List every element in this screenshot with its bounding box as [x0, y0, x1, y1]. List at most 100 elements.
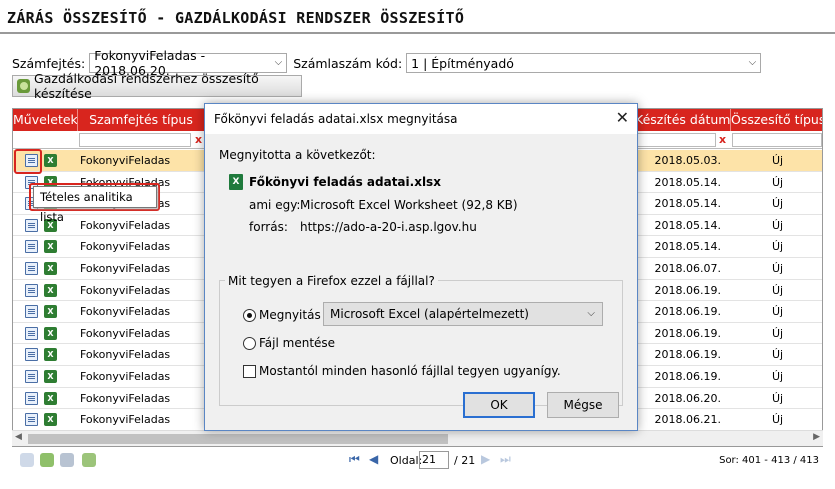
excel-export-icon[interactable]: X	[44, 240, 57, 254]
title-bar: ZÁRÁS ÖSSZESÍTŐ - GAZDÁLKODÁSI RENDSZER …	[0, 0, 835, 34]
tipus-cell: FokonyviFeladas	[80, 413, 171, 427]
dialog-title: Főkönyvi feladás adatai.xlsx megnyitása	[214, 112, 458, 126]
scroll-left-icon[interactable]: ◀	[15, 432, 22, 442]
analytics-list-icon[interactable]	[25, 262, 38, 275]
analytics-list-icon[interactable]	[25, 348, 38, 362]
clear-filter-icon[interactable]: x	[719, 133, 726, 146]
excel-export-icon[interactable]: X	[44, 283, 57, 297]
save-file-label[interactable]: Fájl mentése	[259, 336, 335, 350]
osszesito-cell: Új	[771, 391, 784, 405]
osszesito-cell: Új	[771, 348, 784, 362]
analytics-list-icon[interactable]	[25, 413, 38, 427]
szamfejtes-select[interactable]: FokonyviFeladas - 2018.06.20. ⌵	[89, 48, 288, 78]
opened-label: Megnyitotta a következőt:	[219, 148, 376, 162]
datum-cell: 2018.05.14.	[654, 240, 721, 254]
tipus-cell: FokonyviFeladas	[80, 283, 171, 297]
type-value: Microsoft Excel Worksheet (92,8 KB)	[300, 198, 518, 212]
search-icon[interactable]	[20, 453, 34, 467]
generate-summary-button[interactable]: Gazdálkodási rendszerhez összesítő készí…	[12, 71, 302, 101]
column-header-osszesito[interactable]: Összesítő típus	[731, 109, 822, 131]
page-title: ZÁRÁS ÖSSZESÍTŐ - GAZDÁLKODÁSI RENDSZER …	[7, 9, 465, 27]
osszesito-cell: Új	[771, 218, 784, 232]
excel-export-icon[interactable]: X	[44, 305, 57, 319]
osszesito-cell: Új	[771, 154, 784, 167]
excel-export-icon[interactable]: X	[44, 370, 57, 383]
tipus-filter-input[interactable]	[79, 133, 191, 147]
page-label: Oldal:	[390, 454, 423, 467]
clear-filter-icon[interactable]: x	[195, 133, 202, 146]
excel-export-icon[interactable]: X	[44, 391, 57, 405]
datum-cell: 2018.05.03.	[654, 154, 721, 167]
excel-export-icon[interactable]: X	[44, 154, 57, 167]
open-with-label[interactable]: Megnyitás	[259, 308, 321, 322]
column-header-datum[interactable]: Készítés dátum	[635, 109, 731, 131]
analytics-list-icon[interactable]	[25, 218, 38, 232]
open-file-dialog: Főkönyvi feladás adatai.xlsx megnyitása …	[204, 103, 638, 431]
datum-cell: 2018.06.19.	[654, 348, 721, 362]
datum-cell: 2018.06.19.	[654, 326, 721, 340]
analytics-list-icon[interactable]	[25, 283, 38, 297]
remember-checkbox[interactable]	[243, 365, 256, 378]
tipus-cell: FokonyviFeladas	[80, 218, 171, 232]
prev-page-icon[interactable]: ◀	[369, 452, 378, 466]
excel-export-icon[interactable]: X	[44, 262, 57, 275]
chevron-down-icon: ⌵	[748, 57, 757, 68]
action-question: Mit tegyen a Firefox ezzel a fájllal?	[225, 274, 438, 288]
scrollbar-thumb[interactable]	[28, 434, 448, 444]
datum-cell: 2018.06.19.	[654, 283, 721, 297]
szamfejtes-label: Számfejtés:	[12, 55, 86, 71]
szamlaszam-value: 1 | Építményadó	[411, 55, 514, 71]
osszesito-cell: Új	[771, 283, 784, 297]
application-select[interactable]: Microsoft Excel (alapértelmezett) ⌵	[323, 302, 603, 326]
first-page-icon[interactable]: ⏮	[349, 452, 360, 467]
tipus-cell: FokonyviFeladas	[80, 348, 171, 362]
szamlaszam-select[interactable]: 1 | Építményadó ⌵	[406, 53, 762, 73]
column-header-tipus[interactable]: Szamfejtés típus	[78, 109, 205, 131]
horizontal-scrollbar[interactable]: ◀ ▶	[12, 430, 823, 446]
excel-export-icon[interactable]: X	[44, 326, 57, 340]
open-with-radio[interactable]	[243, 309, 256, 322]
ok-button[interactable]: OK	[463, 392, 535, 418]
excel-export-icon[interactable]: X	[44, 413, 57, 427]
columns-icon[interactable]	[60, 453, 74, 467]
next-page-icon[interactable]: ▶	[481, 452, 490, 466]
export-icon[interactable]	[82, 453, 96, 467]
refresh-icon[interactable]	[40, 453, 54, 467]
osszesito-cell: Új	[771, 240, 784, 254]
highlight-box	[14, 149, 42, 174]
analytics-list-icon[interactable]	[25, 370, 38, 383]
application-value: Microsoft Excel (alapértelmezett)	[330, 307, 529, 321]
source-label: forrás:	[249, 220, 288, 234]
analytics-list-icon[interactable]	[25, 391, 38, 405]
page-input[interactable]: 21	[419, 451, 449, 469]
datum-cell: 2018.06.19.	[654, 370, 721, 383]
save-file-radio[interactable]	[243, 337, 256, 350]
osszesito-cell: Új	[771, 197, 784, 211]
analytics-list-icon[interactable]	[25, 240, 38, 254]
cancel-button[interactable]: Mégse	[547, 392, 619, 418]
last-page-icon[interactable]: ⏭	[500, 452, 511, 467]
page: ZÁRÁS ÖSSZESÍTŐ - GAZDÁLKODÁSI RENDSZER …	[0, 0, 835, 489]
osszesito-filter-input[interactable]	[732, 133, 822, 147]
datum-cell: 2018.06.07.	[654, 262, 721, 275]
column-header-muveletek[interactable]: Műveletek	[13, 109, 78, 131]
remember-label[interactable]: Mostantól minden hasonló fájllal tegyen …	[259, 364, 561, 378]
source-value: https://ado-a-20-i.asp.lgov.hu	[300, 220, 477, 234]
tipus-cell: FokonyviFeladas	[80, 326, 171, 340]
datum-filter-input[interactable]	[636, 133, 716, 147]
excel-export-icon[interactable]: X	[44, 348, 57, 362]
scroll-right-icon[interactable]: ▶	[813, 432, 820, 442]
tipus-cell: FokonyviFeladas	[80, 262, 171, 275]
analytics-list-icon[interactable]	[25, 326, 38, 340]
osszesito-cell: Új	[771, 262, 784, 275]
datum-cell: 2018.05.14.	[654, 218, 721, 232]
tipus-cell: FokonyviFeladas	[80, 154, 171, 167]
tooltip: Tételes analitika lista	[33, 186, 157, 224]
datum-cell: 2018.06.21.	[654, 413, 721, 427]
datum-cell: 2018.05.14.	[654, 175, 721, 189]
analytics-list-icon[interactable]	[25, 305, 38, 319]
generate-summary-label: Gazdálkodási rendszerhez összesítő készí…	[34, 71, 259, 101]
tipus-cell: FokonyviFeladas	[80, 391, 171, 405]
close-icon[interactable]: ✕	[616, 109, 629, 127]
type-label: ami egy:	[249, 198, 301, 212]
